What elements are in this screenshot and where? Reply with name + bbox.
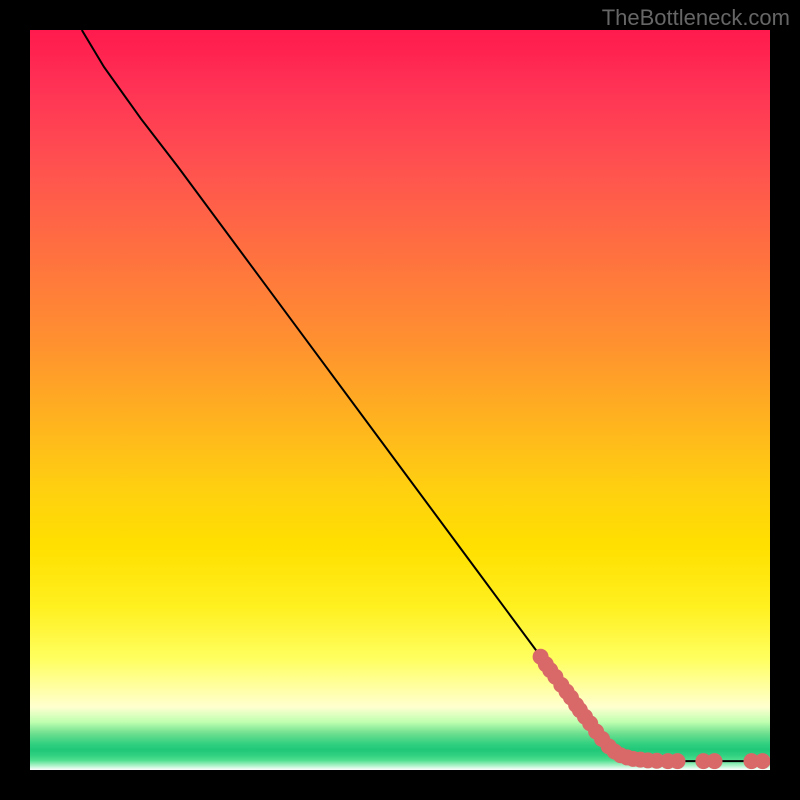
data-point-marker [619, 749, 635, 765]
bottleneck-curve [82, 30, 770, 761]
data-point-marker [533, 649, 549, 665]
data-point-marker [553, 677, 569, 693]
plot-area [30, 30, 770, 770]
data-point-marker [695, 753, 711, 769]
curve-layer [82, 30, 770, 761]
data-point-marker [559, 684, 575, 700]
data-point-marker [625, 751, 641, 767]
data-point-marker [660, 753, 676, 769]
watermark: TheBottleneck.com [602, 5, 790, 31]
data-point-marker [582, 715, 598, 731]
data-point-marker [594, 731, 610, 747]
data-point-marker [649, 753, 665, 769]
data-point-marker [670, 753, 686, 769]
data-point-marker [568, 697, 584, 713]
data-point-marker [542, 662, 558, 678]
data-point-marker [547, 669, 563, 685]
chart-svg [30, 30, 770, 770]
data-point-marker [640, 752, 656, 768]
data-point-marker [588, 724, 604, 740]
chart-container: TheBottleneck.com [0, 0, 800, 800]
data-point-marker [538, 656, 554, 672]
data-point-marker [707, 753, 723, 769]
data-point-marker [755, 753, 770, 769]
data-point-marker [563, 689, 579, 705]
data-point-marker [744, 753, 760, 769]
data-point-marker [633, 752, 649, 768]
marker-layer [533, 649, 770, 769]
data-point-marker [607, 744, 623, 760]
data-point-marker [577, 709, 593, 725]
data-point-marker [613, 747, 629, 763]
data-point-marker [601, 738, 617, 754]
data-point-marker [572, 702, 588, 718]
